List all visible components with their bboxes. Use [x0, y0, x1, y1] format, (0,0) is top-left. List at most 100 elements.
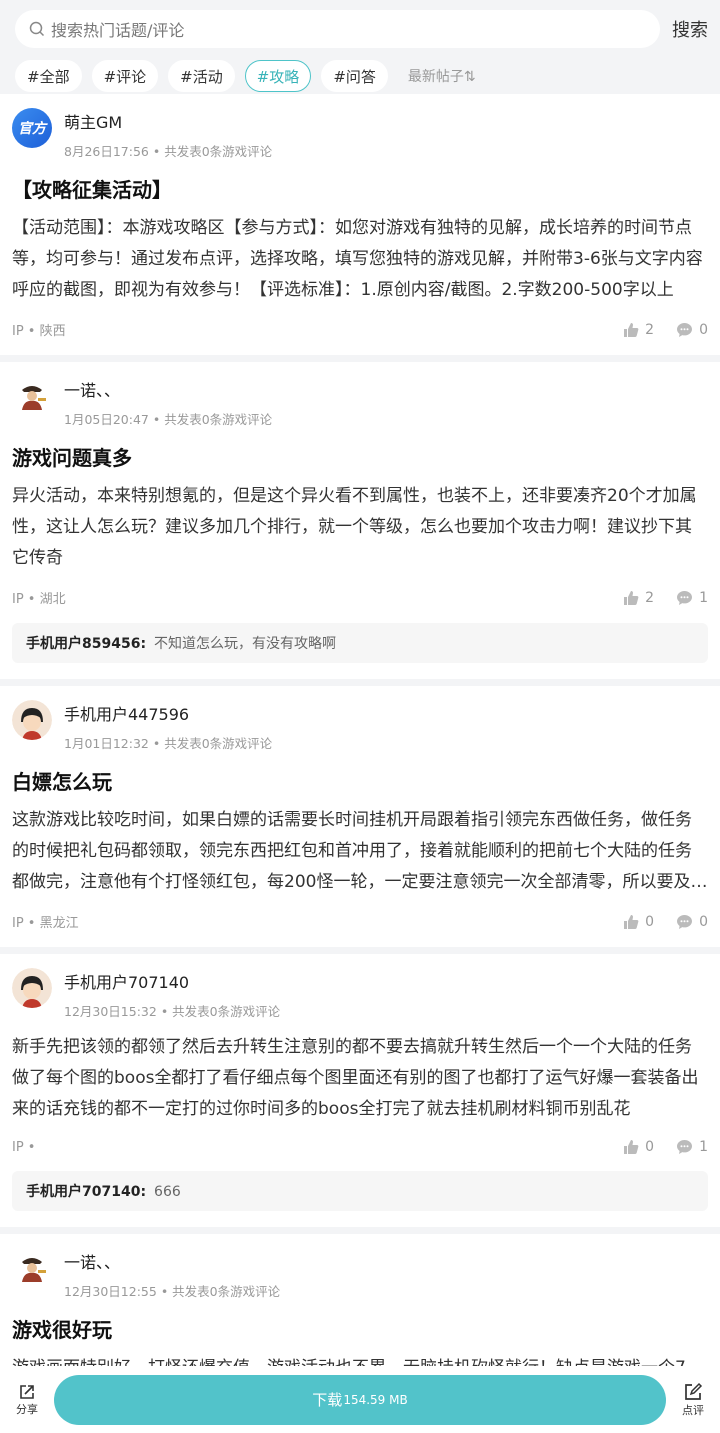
like-button[interactable]: 2	[623, 322, 654, 338]
avatar[interactable]	[12, 700, 52, 740]
comment-button[interactable]: 0	[676, 914, 708, 930]
review-count: • 共发表0条游戏评论	[152, 412, 273, 427]
post-meta: 12月30日12:55 • 共发表0条游戏评论	[64, 1281, 280, 1300]
sort-toggle[interactable]: 最新帖子⇅	[408, 66, 476, 86]
review-count: • 共发表0条游戏评论	[152, 736, 273, 751]
username[interactable]: 一诺、、	[64, 377, 272, 401]
search-icon	[29, 21, 45, 37]
review-button[interactable]: 点评	[676, 1382, 710, 1418]
official-badge: 官方	[18, 121, 46, 137]
reply-text: 不知道怎么玩，有没有攻略啊	[154, 636, 337, 652]
post-date: 12月30日15:32	[64, 1004, 157, 1019]
comment-button[interactable]: 1	[676, 1139, 708, 1155]
tag-bar: #全部 #评论 #活动 #攻略 #问答 最新帖子⇅	[0, 48, 720, 92]
username[interactable]: 手机用户447596	[64, 701, 272, 725]
post-meta: 1月05日20:47 • 共发表0条游戏评论	[64, 409, 272, 428]
search-row: 搜索热门话题/评论 搜索	[0, 10, 720, 48]
search-placeholder: 搜索热门话题/评论	[51, 21, 185, 40]
warrior-avatar-icon	[12, 1248, 52, 1288]
like-count: 0	[645, 1139, 655, 1155]
download-button[interactable]: 下载 154.59 MB	[54, 1374, 666, 1425]
comment-count: 0	[699, 913, 708, 930]
edit-icon	[685, 1382, 703, 1400]
like-button[interactable]: 0	[623, 914, 654, 930]
thumbs-up-icon	[624, 1140, 639, 1154]
review-label: 点评	[682, 1403, 704, 1417]
post-card[interactable]: 手机用户447596 1月01日12:32 • 共发表0条游戏评论 白嫖怎么玩 …	[0, 686, 720, 954]
tag-review[interactable]: #评论	[91, 60, 159, 92]
search-input[interactable]: 搜索热门话题/评论	[15, 10, 660, 48]
post-footer: IP • 黑龙江 0 0	[12, 912, 708, 932]
cartoon-user-avatar-icon	[12, 700, 52, 740]
tag-all[interactable]: #全部	[15, 60, 82, 92]
comment-count: 1	[699, 1139, 708, 1155]
post-body: 【活动范围】：本游戏攻略区【参与方式】：如您对游戏有独特的见解，成长培养的时间节…	[12, 218, 703, 300]
comment-icon	[677, 590, 693, 605]
post-author: 一诺、、 1月05日20:47 • 共发表0条游戏评论	[12, 376, 708, 428]
comment-count: 1	[699, 589, 708, 606]
ip-location: IP • 黑龙江	[12, 916, 79, 931]
post-title: 游戏问题真多	[12, 446, 132, 470]
tag-activity[interactable]: #活动	[168, 60, 235, 92]
post-footer: IP • 湖北 2 1	[12, 588, 708, 608]
post-card[interactable]: 官方 萌主GM 8月26日17:56 • 共发表0条游戏评论 【攻略征集活动】 …	[0, 94, 720, 362]
post-date: 1月01日12:32	[64, 736, 149, 751]
username[interactable]: 一诺、、	[64, 1249, 280, 1273]
comment-icon	[677, 914, 693, 929]
username[interactable]: 手机用户707140	[64, 969, 280, 993]
cartoon-user-avatar-icon	[12, 968, 52, 1008]
like-count: 2	[645, 589, 655, 606]
post-author: 手机用户447596 1月01日12:32 • 共发表0条游戏评论	[12, 700, 708, 752]
post-author: 手机用户707140 12月30日15:32 • 共发表0条游戏评论	[12, 968, 708, 1020]
top-header: 搜索热门话题/评论 搜索 #全部 #评论 #活动 #攻略 #问答 最新帖子⇅	[0, 0, 720, 94]
comment-icon	[677, 322, 693, 337]
share-icon	[20, 1384, 34, 1399]
thumbs-up-icon	[624, 590, 639, 605]
reply-author: 手机用户859456:	[26, 636, 147, 652]
avatar[interactable]	[12, 376, 52, 416]
post-footer: IP • 陕西 2 0	[12, 320, 708, 340]
post-card[interactable]: 手机用户707140 12月30日15:32 • 共发表0条游戏评论 新手先把该…	[0, 954, 720, 1234]
thumbs-up-icon	[624, 322, 639, 337]
avatar[interactable]	[12, 968, 52, 1008]
like-button[interactable]: 2	[623, 590, 654, 606]
thumbs-up-icon	[624, 914, 639, 929]
reply-text: 666	[154, 1184, 181, 1200]
post-body: 异火活动，本来特别想氪的，但是这个异火看不到属性，也装不上，还非要凑齐20个才加…	[12, 486, 697, 568]
avatar[interactable]: 官方	[12, 108, 52, 148]
post-date: 8月26日17:56	[64, 144, 149, 159]
post-body: 新手先把该领的都领了然后去升转生注意别的都不要去搞就升转生然后一个一个大陆的任务…	[12, 1037, 699, 1119]
ip-location: IP • 陕西	[12, 324, 66, 339]
search-button[interactable]: 搜索	[672, 16, 708, 42]
download-label: 下载	[312, 1391, 343, 1409]
post-date: 1月05日20:47	[64, 412, 149, 427]
tag-guide[interactable]: #攻略	[244, 60, 312, 92]
reply-author: 手机用户707140:	[26, 1184, 147, 1200]
post-meta: 1月01日12:32 • 共发表0条游戏评论	[64, 733, 272, 752]
ip-location: IP •	[12, 1139, 36, 1155]
reply-preview[interactable]: 手机用户859456: 不知道怎么玩，有没有攻略啊	[12, 623, 708, 663]
ip-location: IP • 湖北	[12, 592, 66, 607]
review-count: • 共发表0条游戏评论	[160, 1284, 281, 1299]
post-title: 游戏很好玩	[12, 1318, 112, 1342]
comment-button[interactable]: 1	[676, 590, 708, 606]
post-author: 官方 萌主GM 8月26日17:56 • 共发表0条游戏评论	[12, 108, 708, 160]
comment-icon	[677, 1140, 693, 1154]
post-meta: 8月26日17:56 • 共发表0条游戏评论	[64, 141, 272, 160]
like-button[interactable]: 0	[623, 1139, 654, 1155]
share-label: 分享	[16, 1402, 38, 1416]
post-body: 这款游戏比较吃时间，如果白嫖的话需要长时间挂机开局跟着指引领完东西做任务，做任务…	[12, 810, 708, 892]
download-size: 154.59 MB	[343, 1392, 408, 1407]
tag-qa[interactable]: #问答	[321, 60, 388, 92]
comment-button[interactable]: 0	[676, 322, 708, 338]
post-author: 一诺、、 12月30日12:55 • 共发表0条游戏评论	[12, 1248, 708, 1300]
reply-preview[interactable]: 手机用户707140: 666	[12, 1171, 708, 1211]
like-count: 2	[645, 321, 655, 338]
post-title: 白嫖怎么玩	[12, 770, 112, 794]
username[interactable]: 萌主GM	[64, 109, 272, 133]
post-card[interactable]: 一诺、、 1月05日20:47 • 共发表0条游戏评论 游戏问题真多 异火活动，…	[0, 362, 720, 686]
like-count: 0	[645, 913, 655, 930]
avatar[interactable]	[12, 1248, 52, 1288]
bottom-action-bar: 分享 下载 154.59 MB 点评	[0, 1366, 720, 1433]
share-button[interactable]: 分享	[10, 1383, 44, 1417]
